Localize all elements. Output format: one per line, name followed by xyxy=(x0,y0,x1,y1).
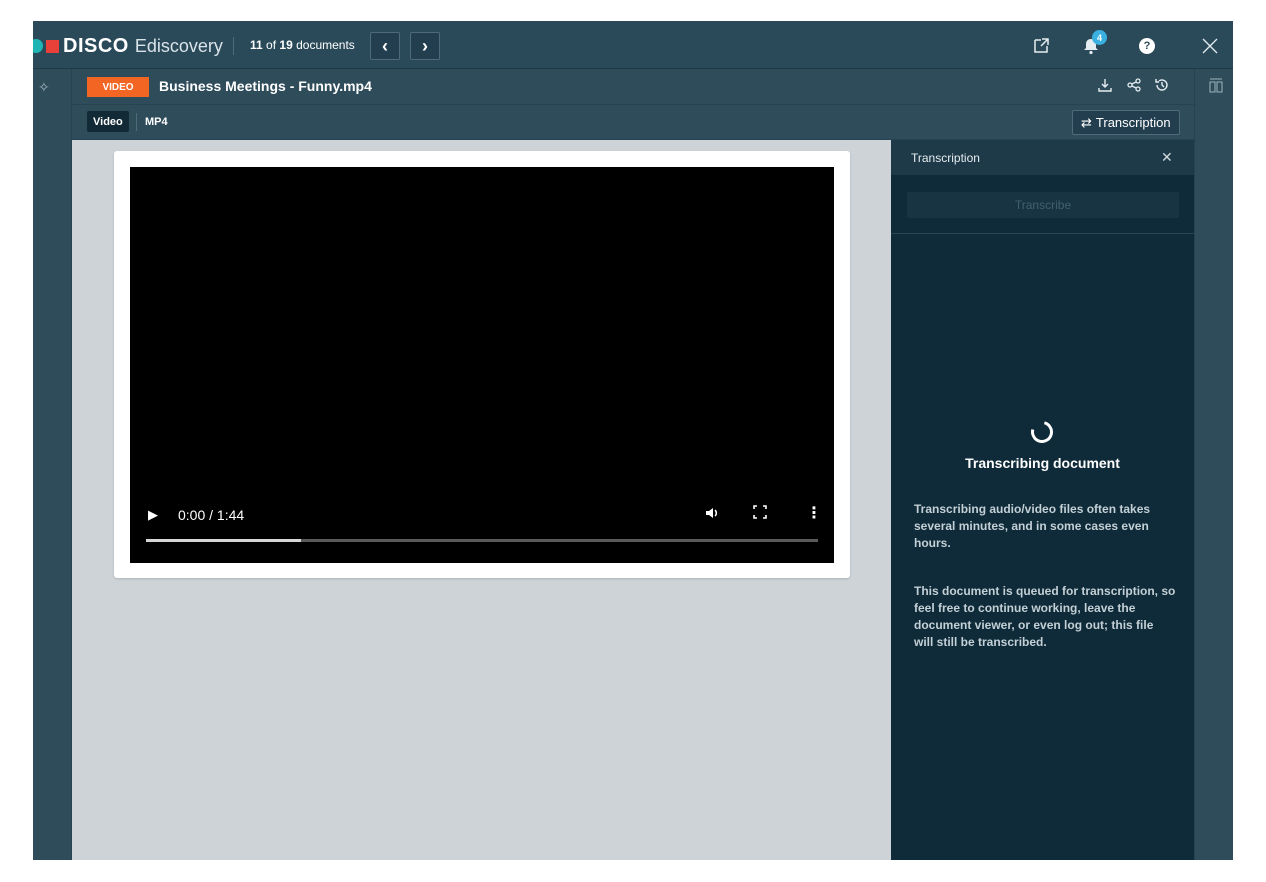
disco-logo: DISCO Ediscovery xyxy=(33,35,223,57)
divider xyxy=(891,233,1194,234)
close-icon[interactable]: ✕ xyxy=(1161,149,1173,166)
document-title: Business Meetings - Funny.mp4 xyxy=(159,78,372,94)
document-counter: 11 of 19 documents xyxy=(250,38,355,52)
transcription-panel-header: Transcription ✕ xyxy=(891,140,1194,175)
doc-of: of xyxy=(266,38,277,52)
document-content-area: ▶ 0:00 / 1:44 ⋮ xyxy=(72,140,891,860)
chevron-left-icon: ‹ xyxy=(382,35,388,56)
logo-square-icon xyxy=(46,39,59,53)
history-icon[interactable] xyxy=(1154,77,1170,97)
question-icon: ? xyxy=(1139,38,1155,54)
sparkle-icon[interactable]: ✧ xyxy=(38,79,50,96)
video-player[interactable]: ▶ 0:00 / 1:44 ⋮ xyxy=(130,167,834,563)
left-rail: ✧ xyxy=(33,69,72,860)
document-viewer: DISCO Ediscovery 11 of 19 documents ‹ › … xyxy=(33,21,1233,860)
playback-time: 0:00 / 1:44 xyxy=(178,507,245,523)
swap-arrows-icon: ⇄ xyxy=(1081,114,1092,130)
seek-bar-buffered xyxy=(146,539,301,542)
transcription-toggle-button[interactable]: ⇄ Transcription xyxy=(1072,110,1180,135)
tab-video[interactable]: Video xyxy=(87,111,129,132)
right-rail xyxy=(1194,69,1233,860)
transcription-panel: Transcription ✕ Transcribe Transcribing … xyxy=(891,140,1194,860)
transcription-queue-text: This document is queued for transcriptio… xyxy=(914,584,1176,649)
divider xyxy=(233,37,234,55)
file-type-badge: VIDEO xyxy=(87,77,149,97)
doc-total: 19 xyxy=(279,38,293,52)
more-options-icon[interactable]: ⋮ xyxy=(806,503,822,523)
brand-subtitle: Ediscovery xyxy=(134,35,223,56)
chevron-right-icon: › xyxy=(422,35,428,56)
seek-bar[interactable] xyxy=(146,539,818,542)
notification-count-badge: 4 xyxy=(1092,30,1107,45)
previous-document-button[interactable]: ‹ xyxy=(370,32,400,60)
doc-current: 11 xyxy=(250,38,263,52)
transcription-info-text: Transcribing audio/video files often tak… xyxy=(914,502,1151,550)
doc-label: documents xyxy=(296,38,355,52)
open-in-new-window-icon[interactable] xyxy=(1030,35,1052,57)
top-bar: DISCO Ediscovery 11 of 19 documents ‹ › … xyxy=(33,21,1233,69)
panel-toggle-icon[interactable] xyxy=(1209,78,1223,97)
play-icon[interactable]: ▶ xyxy=(148,507,158,523)
transcription-status: Transcribing document xyxy=(965,455,1120,471)
download-icon[interactable] xyxy=(1097,77,1113,97)
file-extension-label: MP4 xyxy=(145,116,168,128)
help-button[interactable]: ? xyxy=(1136,35,1158,57)
divider xyxy=(136,113,137,131)
logo-dot-icon xyxy=(33,39,43,53)
brand-name: DISCO xyxy=(63,34,129,57)
volume-icon[interactable] xyxy=(704,505,720,525)
next-document-button[interactable]: › xyxy=(410,32,440,60)
document-header: VIDEO Business Meetings - Funny.mp4 xyxy=(72,69,1194,105)
transcription-button-label: Transcription xyxy=(1095,115,1171,130)
transcribe-button[interactable]: Transcribe xyxy=(907,192,1179,218)
video-card: ▶ 0:00 / 1:44 ⋮ xyxy=(114,151,850,578)
fullscreen-icon[interactable] xyxy=(753,505,767,522)
share-icon[interactable] xyxy=(1126,77,1142,97)
transcription-panel-title: Transcription xyxy=(911,151,980,165)
loading-spinner-icon xyxy=(1026,416,1058,448)
format-bar: Video MP4 ⇄ Transcription xyxy=(72,105,1194,140)
close-viewer-icon[interactable] xyxy=(1199,35,1221,57)
